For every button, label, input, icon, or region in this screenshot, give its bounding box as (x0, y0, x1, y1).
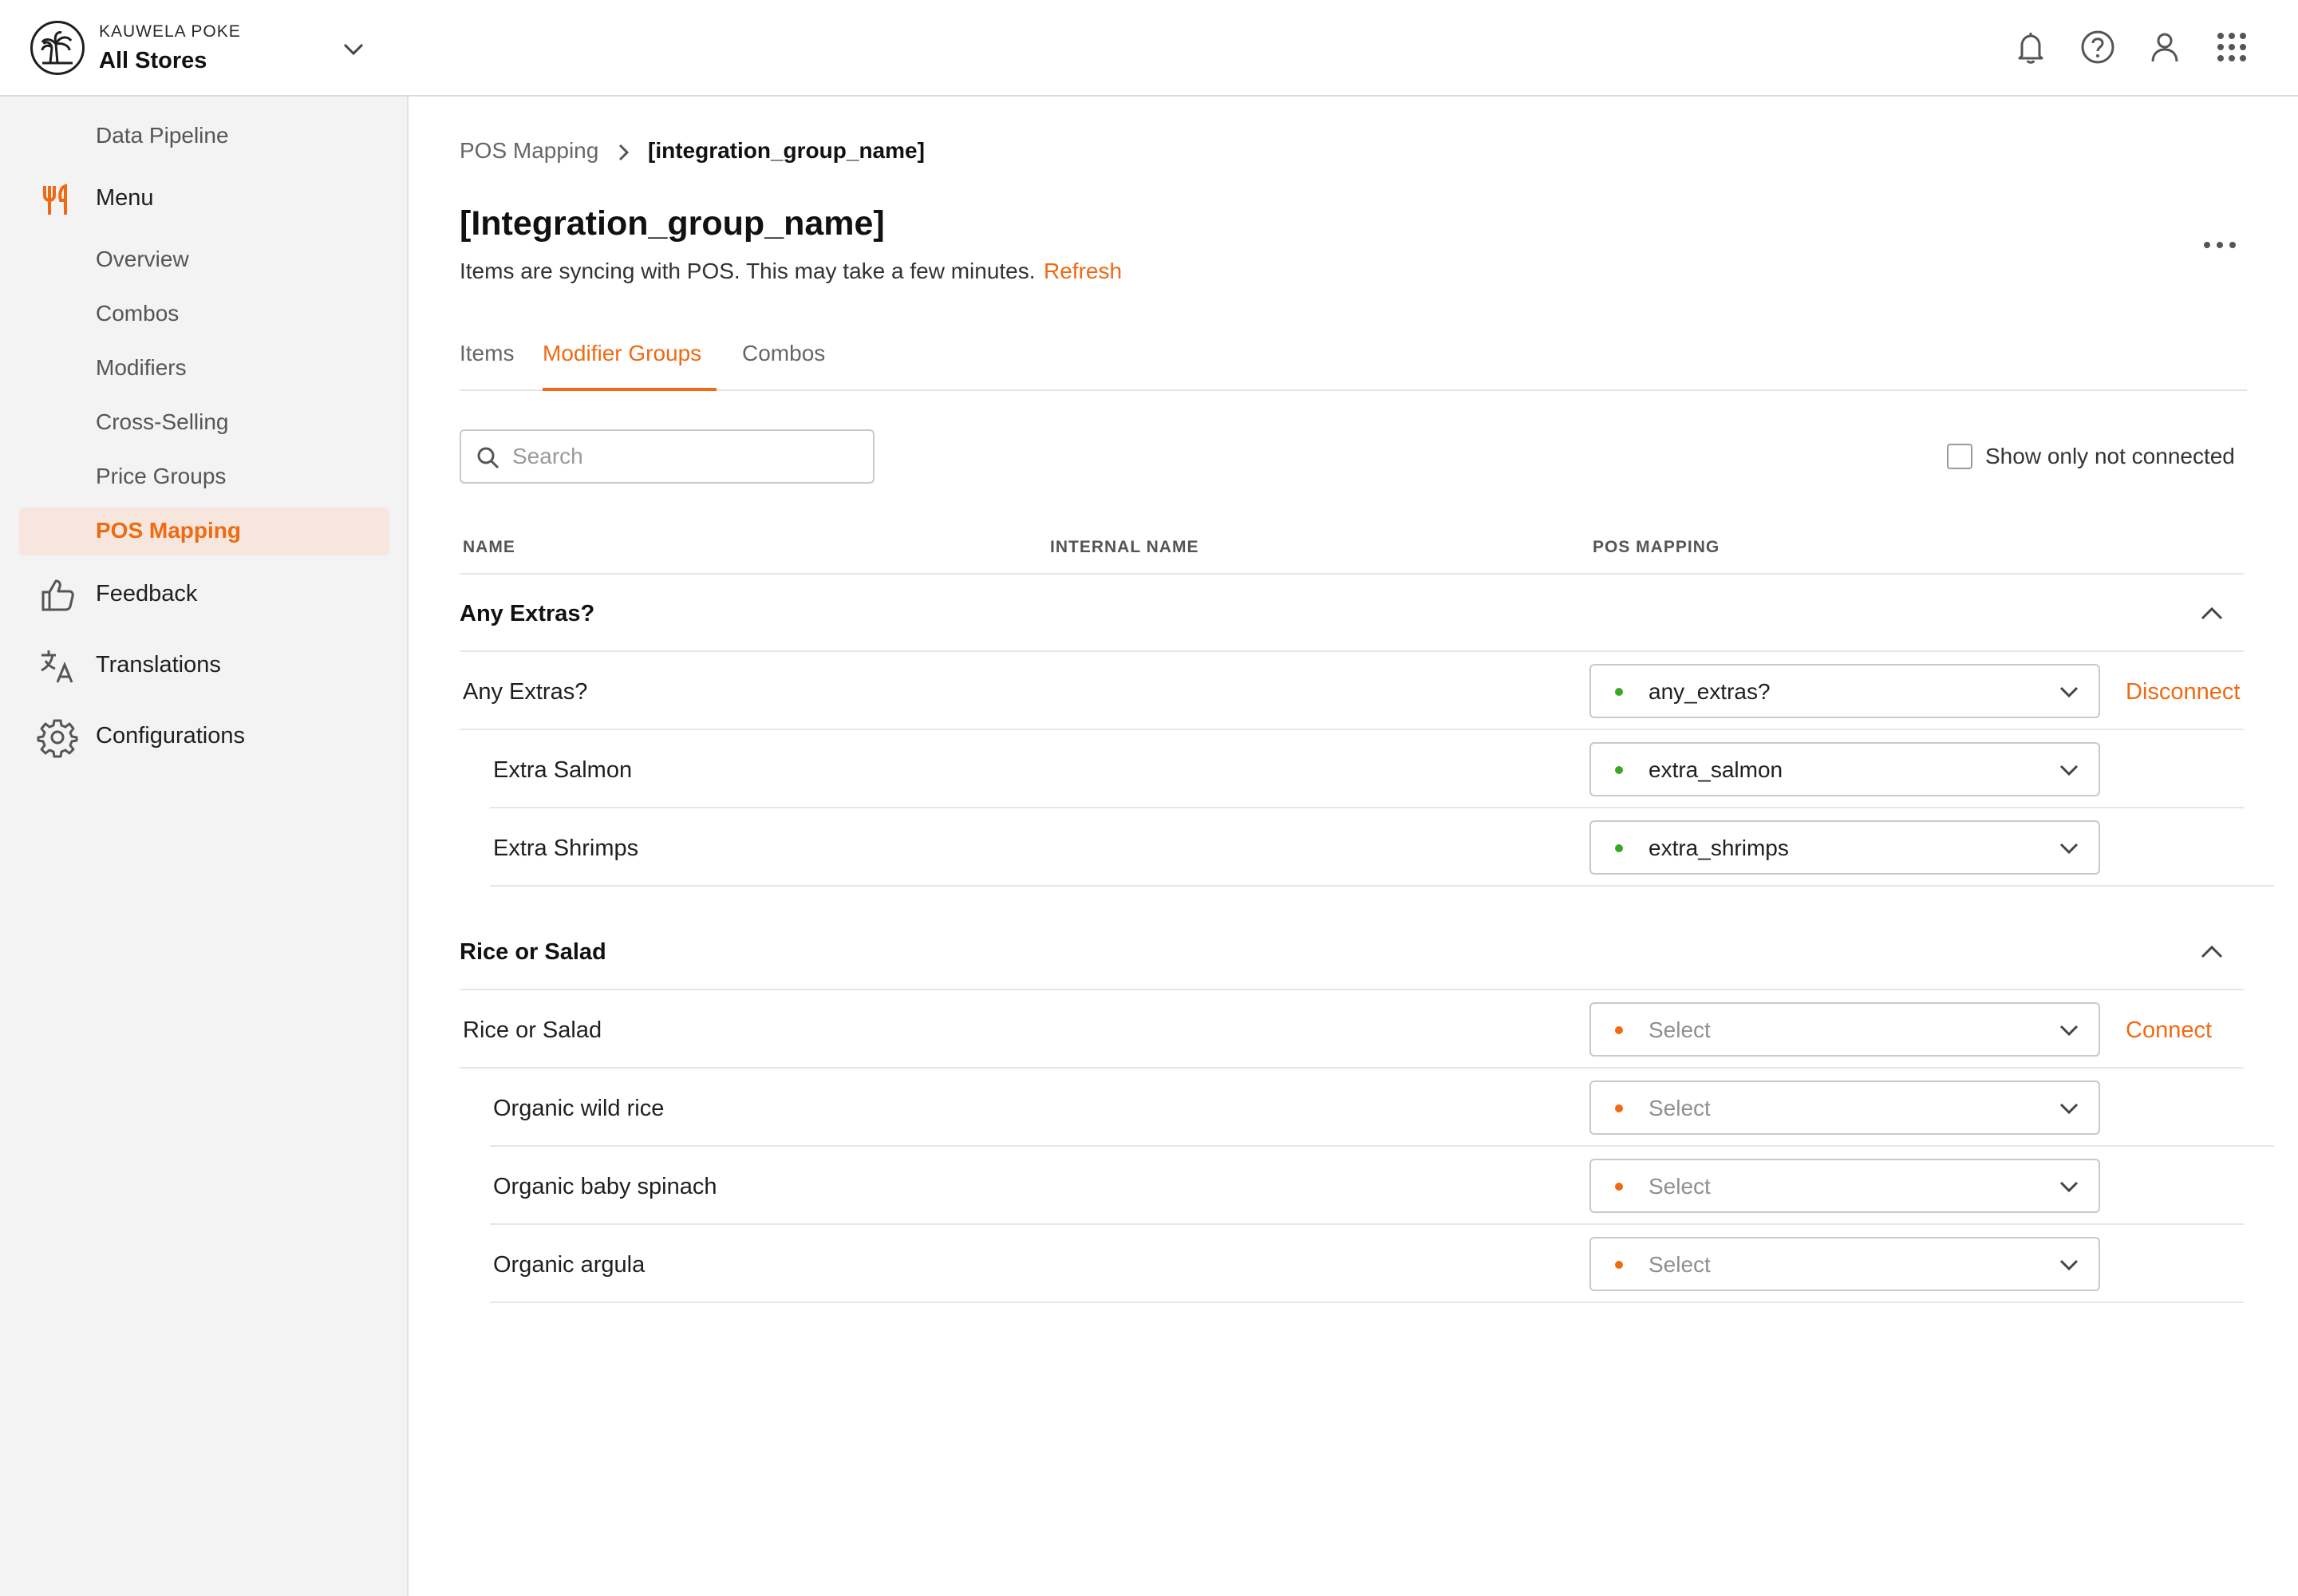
group-title: Rice or Salad (460, 939, 606, 965)
user-icon[interactable] (2143, 26, 2186, 69)
column-header-pos-mapping: POS MAPPING (1593, 538, 1720, 556)
sidebar-item-configurations[interactable]: Configurations (96, 723, 245, 749)
pos-mapping-select[interactable]: Select (1589, 1002, 2100, 1057)
row-divider (460, 729, 1047, 730)
row-divider (490, 1145, 2274, 1147)
help-icon[interactable] (2076, 26, 2119, 69)
store-selector-label[interactable]: All Stores (99, 48, 207, 74)
row-divider (490, 1302, 2244, 1303)
row-divider (490, 807, 2244, 808)
pos-mapping-select[interactable]: Select (1589, 1237, 2100, 1291)
sidebar-item-modifiers[interactable]: Modifiers (96, 355, 187, 381)
row-name: Organic wild rice (493, 1096, 665, 1121)
pos-mapping-select[interactable]: any_extras? (1589, 664, 2100, 718)
more-options-icon[interactable] (2196, 233, 2244, 257)
select-placeholder: Select (1648, 1096, 1711, 1120)
pos-mapping-select[interactable]: Select (1589, 1159, 2100, 1213)
group-title: Any Extras? (460, 601, 595, 626)
fork-knife-icon (37, 180, 78, 221)
pos-mapping-select[interactable]: Select (1589, 1080, 2100, 1135)
status-dot (1615, 1026, 1623, 1034)
sidebar-item-feedback[interactable]: Feedback (96, 581, 197, 607)
sidebar-item-combos[interactable]: Combos (96, 301, 179, 326)
show-not-connected-checkbox[interactable] (1947, 444, 1972, 469)
column-header-name: NAME (463, 538, 515, 556)
tab-modifier-groups[interactable]: Modifier Groups (543, 341, 701, 366)
gear-icon (37, 717, 78, 758)
status-dot (1615, 766, 1623, 774)
breadcrumb-parent[interactable]: POS Mapping (460, 138, 598, 164)
chevron-down-icon (2057, 1254, 2081, 1275)
select-placeholder: Select (1648, 1174, 1711, 1199)
chevron-up-icon[interactable] (2197, 602, 2226, 625)
show-not-connected-label: Show only not connected (1985, 444, 2235, 468)
select-value: extra_shrimps (1648, 836, 1789, 860)
refresh-link[interactable]: Refresh (1044, 259, 1122, 284)
translate-icon (37, 646, 78, 687)
row-name: Organic baby spinach (493, 1174, 717, 1199)
status-dot (1615, 1183, 1623, 1191)
search-input[interactable] (512, 437, 863, 476)
page-title: [Integration_group_name] (460, 204, 885, 243)
sidebar-item-translations[interactable]: Translations (96, 652, 221, 678)
org-name: KAUWELA POKE (99, 22, 241, 41)
status-dot (1615, 1261, 1623, 1269)
select-value: extra_salmon (1648, 757, 1783, 782)
sidebar: Data Pipeline Menu Overview Combos Modif… (0, 97, 409, 1596)
apps-grid-icon[interactable] (2210, 26, 2253, 69)
sync-status-message: Items are syncing with POS. This may tak… (460, 259, 1036, 283)
table-header-divider (460, 573, 2244, 575)
chevron-down-icon (2057, 760, 2081, 780)
bell-icon[interactable] (2009, 26, 2052, 69)
breadcrumb-current: [integration_group_name] (648, 138, 925, 163)
status-dot (1615, 844, 1623, 852)
thumbs-up-icon (37, 575, 78, 616)
chevron-down-icon (2057, 681, 2081, 702)
top-bar: KAUWELA POKE All Stores (0, 0, 2298, 97)
sidebar-item-pos-mapping[interactable]: POS Mapping (96, 518, 241, 543)
search-box (460, 429, 875, 484)
chevron-up-icon[interactable] (2197, 941, 2226, 963)
row-name: Extra Shrimps (493, 836, 639, 861)
active-tab-indicator (543, 388, 717, 391)
chevron-down-icon (2057, 838, 2081, 859)
pos-mapping-select[interactable]: extra_shrimps (1589, 820, 2100, 875)
row-divider (1047, 729, 2244, 730)
row-divider (460, 989, 2244, 990)
sidebar-item-price-groups[interactable]: Price Groups (96, 464, 226, 489)
connect-link[interactable]: Connect (2126, 1017, 2212, 1044)
status-dot (1615, 688, 1623, 696)
tab-combos[interactable]: Combos (742, 341, 825, 366)
column-header-internal-name: INTERNAL NAME (1050, 538, 1199, 556)
select-placeholder: Select (1648, 1017, 1711, 1042)
row-divider (460, 650, 2244, 652)
row-divider (490, 1223, 2244, 1225)
row-name: Rice or Salad (463, 1017, 602, 1043)
sidebar-item-menu[interactable]: Menu (96, 185, 154, 211)
chevron-right-icon (614, 140, 634, 164)
pos-mapping-select[interactable]: extra_salmon (1589, 742, 2100, 796)
chevron-down-icon (2057, 1098, 2081, 1119)
select-placeholder: Select (1648, 1252, 1711, 1277)
row-name: Any Extras? (463, 679, 588, 705)
sidebar-item-overview[interactable]: Overview (96, 247, 189, 272)
search-icon (476, 445, 501, 471)
sidebar-item-cross-selling[interactable]: Cross-Selling (96, 409, 229, 435)
logo-palm-icon[interactable] (30, 21, 85, 75)
chevron-down-icon (2057, 1020, 2081, 1041)
row-divider (490, 885, 2274, 887)
tab-items[interactable]: Items (460, 341, 514, 366)
row-name: Organic argula (493, 1252, 646, 1278)
row-divider (460, 1067, 2244, 1069)
tabs-divider (460, 389, 2247, 391)
chevron-down-icon[interactable] (340, 37, 367, 61)
select-value: any_extras? (1648, 679, 1771, 704)
sidebar-item-data-pipeline[interactable]: Data Pipeline (96, 123, 229, 148)
status-dot (1615, 1104, 1623, 1112)
chevron-down-icon (2057, 1176, 2081, 1197)
disconnect-link[interactable]: Disconnect (2126, 679, 2240, 705)
row-name: Extra Salmon (493, 757, 633, 783)
